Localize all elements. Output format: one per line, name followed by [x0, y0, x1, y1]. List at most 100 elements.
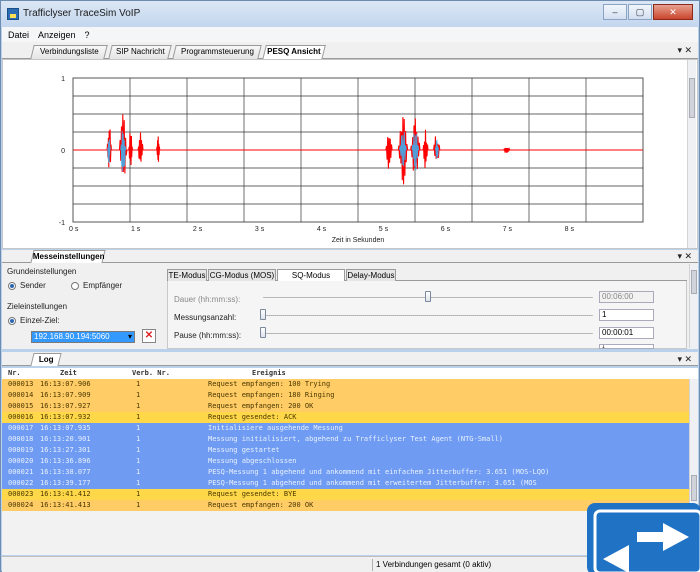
einzel-ziel-radio[interactable]	[8, 317, 16, 325]
maximize-button[interactable]: ▢	[628, 4, 652, 20]
pause-slider[interactable]	[263, 333, 593, 334]
messe-tabstrip: Messeinstellungen ▾ ✕	[2, 250, 698, 263]
title-bar[interactable]: Trafficlyser TraceSim VoIP – ▢ ✕	[1, 1, 699, 27]
extra-field[interactable]: 1	[599, 344, 654, 349]
log-row[interactable]: 000013 16:13:07.906 1 Request empfangen: 10…	[2, 379, 690, 390]
menu-help[interactable]: ?	[85, 30, 90, 40]
window-controls: – ▢ ✕	[602, 4, 693, 22]
log-cell-verb: 1	[136, 479, 141, 487]
log-cell-zeit: 16:13:07.906	[40, 380, 91, 388]
tab-pesq-ansicht[interactable]: PESQ Ansicht	[262, 45, 326, 60]
view-tabs: Verbindungsliste SIP Nachricht Programms…	[2, 42, 698, 60]
log-cell-verb: 1	[136, 468, 141, 476]
log-cell-verb: 1	[136, 501, 141, 509]
log-tabstrip: Log ▾ ✕	[2, 352, 698, 366]
col-nr[interactable]: Nr.	[8, 369, 21, 377]
pause-field[interactable]: 00:00:01	[599, 327, 654, 339]
log-row[interactable]: 000022 16:13:39.177 1 PESQ-Messung 1 abgeh…	[2, 478, 690, 489]
close-button[interactable]: ✕	[653, 4, 693, 20]
log-cell-nr: 000021	[8, 468, 34, 476]
anzahl-slider[interactable]	[263, 315, 593, 316]
app-window: Trafficlyser TraceSim VoIP – ▢ ✕ Datei A…	[0, 0, 700, 572]
log-row[interactable]: 000023 16:13:41.412 1 Request gesendet: BYE	[2, 489, 690, 500]
x-tick-label: 2 s	[193, 226, 203, 233]
log-cell-zeit: 16:13:07.909	[40, 391, 91, 399]
empfaenger-radio[interactable]	[71, 282, 79, 290]
log-cell-ereignis: Request empfangen: 180 Ringing	[208, 391, 335, 399]
tab-cg-modus[interactable]: CG-Modus (MOS)	[208, 269, 276, 281]
pause-label: Pause (hh:mm:ss):	[174, 331, 242, 340]
pause-slider-thumb[interactable]	[260, 327, 266, 338]
log-cell-zeit: 16:13:41.413	[40, 501, 91, 509]
tab-delay-modus[interactable]: Delay-Modus	[346, 269, 396, 281]
chart-scroll-thumb[interactable]	[689, 78, 695, 118]
log-cell-zeit: 16:13:27.301	[40, 446, 91, 454]
chart-scrollbar[interactable]	[687, 60, 696, 248]
log-cell-nr: 000019	[8, 446, 34, 454]
tab-label: Messeinstellungen	[32, 252, 105, 261]
tab-sip-nachricht[interactable]: SIP Nachricht	[108, 45, 172, 59]
pesq-chart-panel: 0 s 1 s 2 s 3 s 4 s 5 s 6 s 7 s 8 s 1 0 -1 Zeit in S…	[2, 59, 698, 249]
delete-target-button[interactable]: ✕	[142, 329, 156, 343]
tab-messeinstellungen[interactable]: Messeinstellungen	[30, 250, 106, 263]
anzahl-slider-thumb[interactable]	[260, 309, 266, 320]
log-row[interactable]: 000021 16:13:38.077 1 PESQ-Messung 1 abgeh…	[2, 467, 690, 478]
messe-scroll-thumb[interactable]	[691, 270, 697, 294]
log-row[interactable]: 000015 16:13:07.927 1 Request empfangen: 20…	[2, 401, 690, 412]
empfaenger-label: Empfänger	[83, 281, 123, 290]
log-cell-verb: 1	[136, 413, 141, 421]
log-row[interactable]: 000017 16:13:07.935 1 Initialisiere ausgeh…	[2, 423, 690, 434]
log-row[interactable]: 000019 16:13:27.301 1 Messung gestartet	[2, 445, 690, 456]
connection-summary: 1 Verbindungen gesamt (0 aktiv)	[372, 559, 592, 571]
col-ereignis[interactable]: Ereignis	[252, 369, 286, 377]
tab-label: SIP Nachricht	[115, 47, 165, 56]
tab-sq-modus[interactable]: SQ-Modus (PESQ)	[277, 269, 345, 291]
minimize-button[interactable]: –	[603, 4, 627, 20]
messe-scrollbar[interactable]	[689, 264, 698, 348]
zieleinstellungen-label: Zieleinstellungen	[7, 302, 68, 311]
target-ip-select[interactable]: 192.168.90.194:5060	[31, 331, 135, 343]
x-tick-label: 6 s	[441, 226, 451, 233]
log-row[interactable]: 000018 16:13:20.901 1 Messung initialisier…	[2, 434, 690, 445]
menu-datei[interactable]: Datei	[8, 30, 29, 40]
log-cell-zeit: 16:13:20.901	[40, 435, 91, 443]
menu-anzeigen[interactable]: Anzeigen	[38, 30, 76, 40]
col-verb[interactable]: Verb. Nr.	[132, 369, 170, 377]
pane-controls[interactable]: ▾ ✕	[677, 45, 692, 56]
log-cell-ereignis: PESQ-Messung 1 abgehend und ankommend mi…	[208, 468, 550, 476]
log-cell-ereignis: Request gesendet: BYE	[208, 490, 297, 498]
log-row[interactable]: 000020 16:13:36.896 1 Messung abgeschlosse…	[2, 456, 690, 467]
y-tick-label: 0	[61, 148, 65, 155]
log-cell-verb: 1	[136, 490, 141, 498]
window-title: Trafficlyser TraceSim VoIP	[23, 8, 141, 19]
x-tick-label: 8 s	[565, 226, 575, 233]
log-cell-nr: 000017	[8, 424, 34, 432]
log-cell-nr: 000015	[8, 402, 34, 410]
log-cell-verb: 1	[136, 435, 141, 443]
sender-radio[interactable]	[8, 282, 16, 290]
log-cell-verb: 1	[136, 402, 141, 410]
tab-verbindungsliste[interactable]: Verbindungsliste	[30, 45, 108, 59]
x-tick-label: 1 s	[131, 226, 141, 233]
transfer-arrows-icon	[587, 503, 700, 572]
tab-programmsteuerung[interactable]: Programmsteuerung	[172, 45, 262, 59]
chevron-down-icon[interactable]: ▾	[128, 332, 132, 341]
log-row[interactable]: 000016 16:13:07.932 1 Request gesendet: ACK	[2, 412, 690, 423]
log-cell-zeit: 16:13:36.896	[40, 457, 91, 465]
tab-log[interactable]: Log	[30, 353, 62, 366]
log-cell-verb: 1	[136, 457, 141, 465]
close-icon: ✕	[144, 330, 154, 341]
dauer-field[interactable]: 00:06:00	[599, 291, 654, 303]
pane-controls[interactable]: ▾ ✕	[677, 251, 692, 262]
x-tick-label: 5 s	[379, 226, 389, 233]
messungsanzahl-field[interactable]: 1	[599, 309, 654, 321]
x-axis-label: Zeit in Sekunden	[332, 237, 385, 244]
log-table-header: Nr. Zeit Verb. Nr. Ereignis	[2, 368, 698, 379]
log-row[interactable]: 000014 16:13:07.909 1 Request empfangen: 18…	[2, 390, 690, 401]
pane-controls[interactable]: ▾ ✕	[677, 354, 692, 365]
dauer-slider-thumb[interactable]	[425, 291, 431, 302]
col-zeit[interactable]: Zeit	[60, 369, 77, 377]
tab-te-modus[interactable]: TE-Modus	[167, 269, 207, 281]
mode-tabs: TE-Modus CG-Modus (MOS) SQ-Modus (PESQ) …	[167, 269, 687, 291]
log-scroll-thumb[interactable]	[691, 475, 697, 501]
